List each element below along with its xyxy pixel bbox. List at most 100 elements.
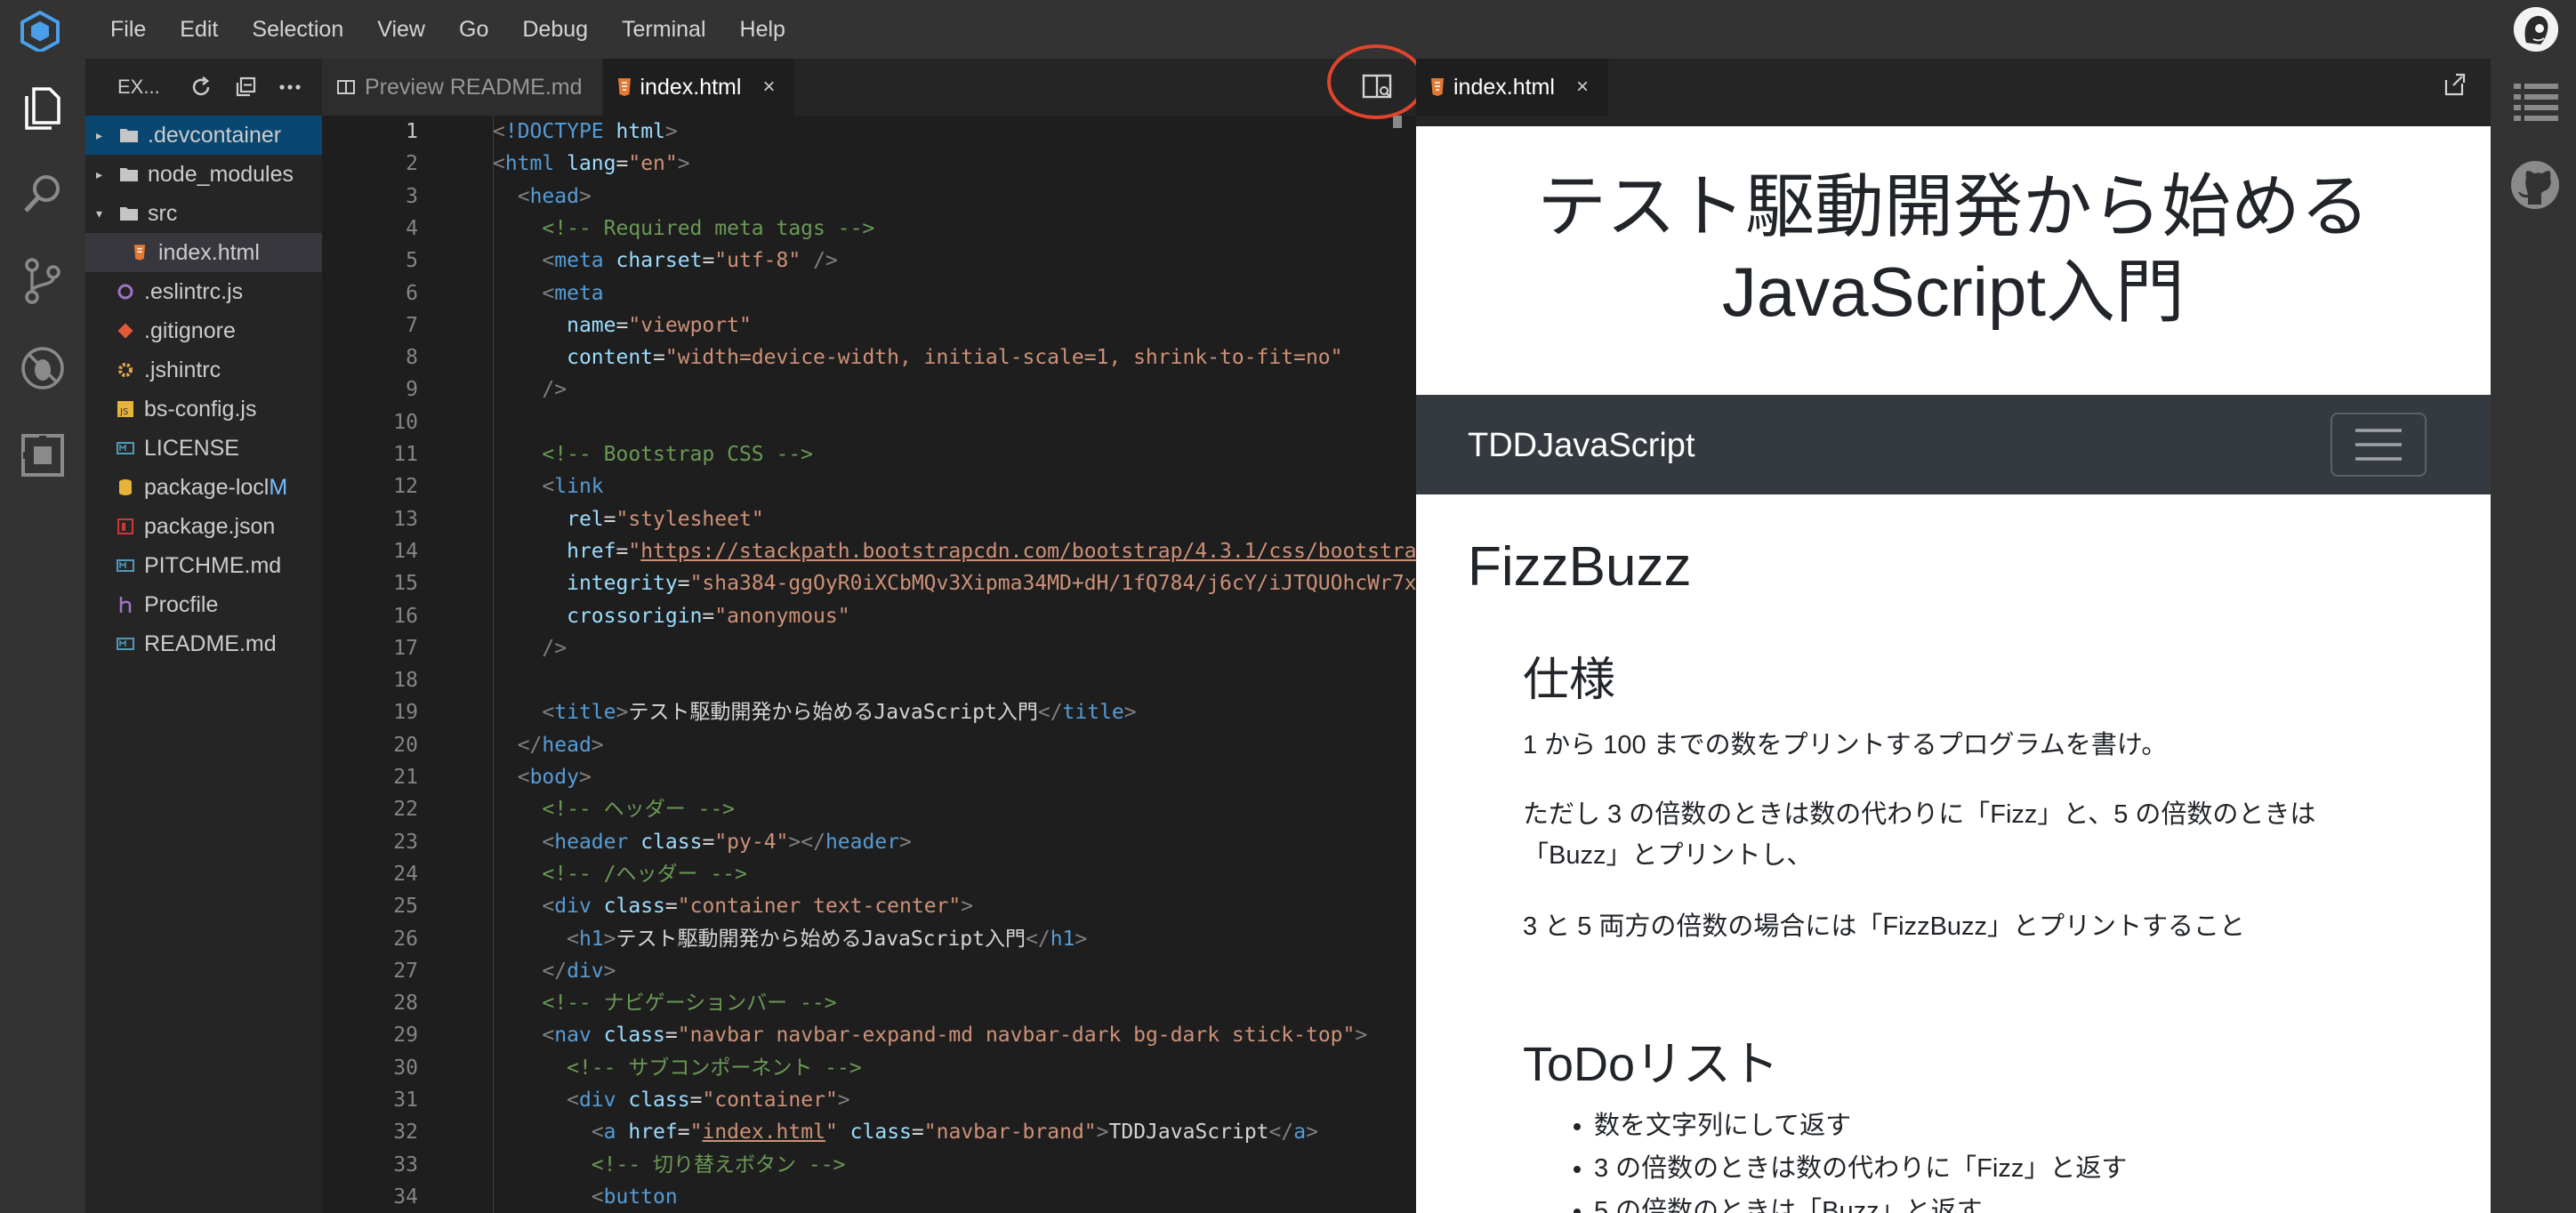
code-line[interactable]: 26 <h1>テスト駆動開発から始めるJavaScript入門</h1> [322,923,1416,955]
code-line[interactable]: 29 <nav class="navbar navbar-expand-md n… [322,1019,1416,1051]
tree-item[interactable]: README.md [85,624,322,663]
list-icon[interactable] [2514,82,2558,121]
code-line[interactable]: 27 </div> [322,955,1416,987]
code-token: > [677,152,690,176]
js-file-icon: JS [116,399,135,419]
tree-item[interactable]: index.html [85,233,322,272]
code-token: > [837,1088,850,1112]
tree-item[interactable]: JS bs-config.js [85,390,322,429]
explorer-icon[interactable] [18,82,68,132]
code-line[interactable]: 20 </head> [322,729,1416,761]
code-line[interactable]: 21 <body> [322,761,1416,793]
code-line[interactable]: 5 <meta charset="utf-8" /> [322,245,1416,277]
code-line[interactable]: 30 <!-- サブコンポーネント --> [322,1052,1416,1084]
code-line[interactable]: 18 [322,664,1416,696]
search-icon[interactable] [18,169,68,219]
tab-index-html[interactable]: index.html × [602,59,796,116]
tree-item[interactable]: .eslintrc.js [85,272,322,311]
code-line[interactable]: 22 <!-- ヘッダー --> [322,793,1416,825]
code-line[interactable]: 8 content="width=device-width, initial-s… [322,341,1416,374]
code-line[interactable]: 33 <!-- 切り替えボタン --> [322,1149,1416,1181]
code-text: <!-- Required meta tags --> [493,213,874,245]
code-line[interactable]: 2 <html lang="en"> [322,148,1416,180]
menu-debug[interactable]: Debug [522,17,588,43]
tab-preview-index-html[interactable]: index.html × [1416,59,1609,116]
code-line[interactable]: 3 <head> [322,181,1416,213]
code-token: < [542,281,555,305]
code-line[interactable]: 28 <!-- ナビゲーションバー --> [322,987,1416,1019]
close-tab-button[interactable]: × [762,75,775,100]
menu-help[interactable]: Help [740,17,785,43]
tree-item[interactable]: package.json [85,507,322,546]
navbar-brand[interactable]: TDDJavaScript [1468,427,1695,465]
tree-item[interactable]: .jshintrc [85,350,322,390]
menu-edit[interactable]: Edit [180,17,218,43]
code-token: /> [813,249,838,273]
line-number: 16 [393,604,418,628]
code-line[interactable]: 14 href="https://stackpath.bootstrapcdn.… [322,535,1416,567]
code-token: = [664,1024,678,1048]
extensions-icon[interactable] [18,430,68,480]
tree-item[interactable]: package-locl M [85,468,322,507]
scrollbar-thumb[interactable] [1393,116,1402,128]
menu-items: File Edit Selection View Go Debug Terminal Help [110,0,819,59]
tree-item[interactable]: .gitignore [85,311,322,350]
tab-preview-readme[interactable]: Preview README.md [322,59,603,116]
code-area[interactable]: 1 <!DOCTYPE html> 2 <html lang="en"> 3 <head… [322,116,1416,1213]
page-h1: テスト駆動開発から始める JavaScript入門 [1416,126,2491,334]
code-line[interactable]: 31 <div class="container"> [322,1084,1416,1116]
tree-item[interactable]: LICENSE [85,429,322,468]
tree-item[interactable]: ▸ .devcontainer [85,116,322,155]
code-token: < [542,1024,555,1048]
code-line[interactable]: 25 <div class="container text-center"> [322,890,1416,922]
code-line[interactable]: 19 <title>テスト駆動開発から始めるJavaScript入門</titl… [322,696,1416,728]
app-logo-icon[interactable] [20,11,60,52]
collapse-all-icon[interactable] [233,75,258,100]
menu-go[interactable]: Go [459,17,488,43]
twisty-icon[interactable]: ▸ [96,128,109,143]
code-line[interactable]: 15 integrity="sha384-ggOyR0iXCbMQv3Xipma… [322,567,1416,599]
navbar-toggler-button[interactable] [2330,413,2427,477]
refresh-icon[interactable] [189,75,213,100]
code-line[interactable]: 13 rel="stylesheet" [322,503,1416,535]
debug-icon[interactable] [18,343,68,393]
code-line[interactable]: 4 <!-- Required meta tags --> [322,213,1416,245]
code-line[interactable]: 6 <meta [322,277,1416,309]
code-line[interactable]: 17 /> [322,632,1416,664]
avatar[interactable] [2514,7,2558,52]
source-control-icon[interactable] [18,256,68,306]
code-line[interactable]: 1 <!DOCTYPE html> [322,116,1416,148]
code-token: > [603,927,616,951]
code-line[interactable]: 12 <link [322,470,1416,502]
tree-item[interactable]: ▸ node_modules [85,155,322,194]
code-line[interactable]: 10 [322,406,1416,438]
code-line[interactable]: 32 <a href="index.html" class="navbar-br… [322,1116,1416,1148]
tree-item[interactable]: Procfile [85,585,322,624]
menu-file[interactable]: File [110,17,146,43]
open-in-browser-icon[interactable] [2441,71,2467,98]
twisty-icon[interactable]: ▸ [96,167,109,182]
code-line[interactable]: 11 <!-- Bootstrap CSS --> [322,438,1416,470]
code-line[interactable]: 24 <!-- /ヘッダー --> [322,858,1416,890]
menu-selection[interactable]: Selection [252,17,343,43]
code-line[interactable]: 23 <header class="py-4"></header> [322,826,1416,858]
code-token: </ [1026,927,1051,951]
tree-item[interactable]: PITCHME.md [85,546,322,585]
tree-item[interactable]: ▾ src [85,194,322,233]
menu-terminal[interactable]: Terminal [622,17,705,43]
twisty-icon[interactable]: ▾ [96,206,109,221]
more-actions-icon[interactable] [278,75,302,100]
code-line[interactable]: 16 crossorigin="anonymous" [322,600,1416,632]
menu-view[interactable]: View [377,17,425,43]
code-text: <meta charset="utf-8" /> [493,245,838,277]
code-line[interactable]: 34 <button [322,1181,1416,1213]
github-icon[interactable] [2510,160,2560,210]
tab-label: index.html [1453,74,1555,100]
code-line[interactable]: 9 /> [322,374,1416,406]
tree-item-label: src [148,200,178,226]
modified-badge: M [269,474,288,500]
code-line[interactable]: 7 name="viewport" [322,309,1416,341]
close-preview-tab-button[interactable]: × [1576,75,1589,100]
